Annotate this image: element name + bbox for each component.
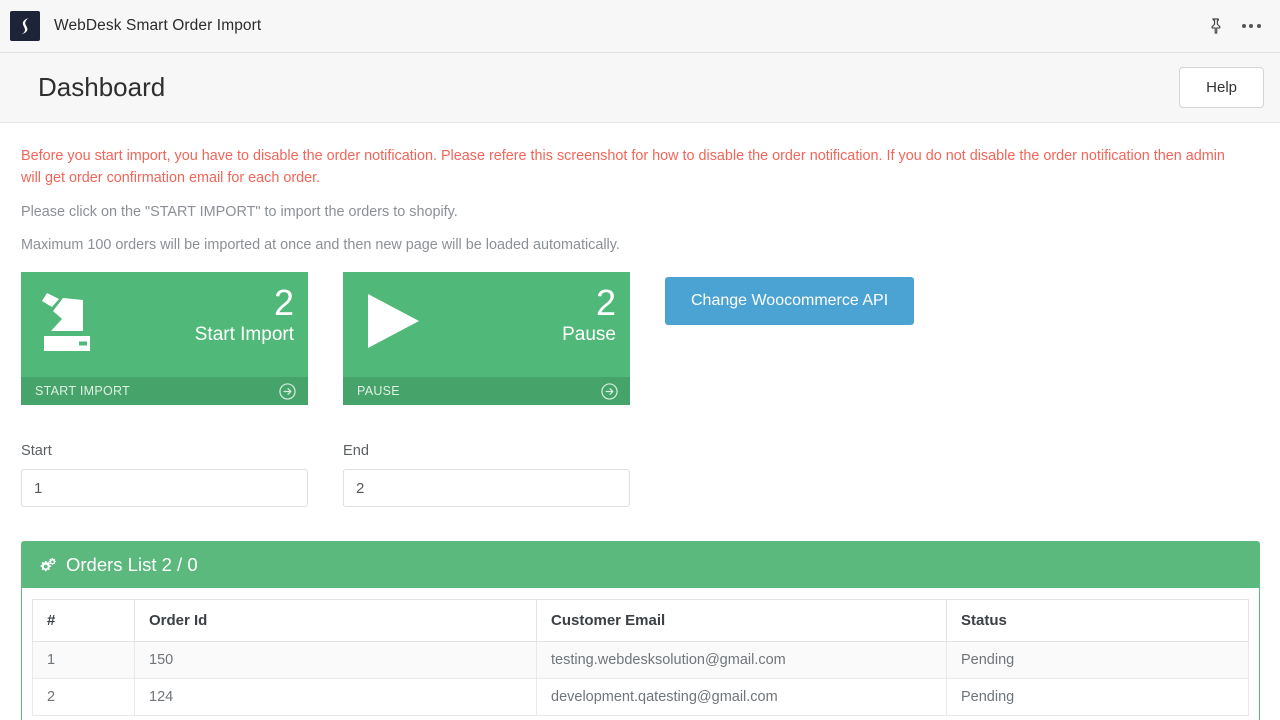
import-download-icon <box>35 282 105 361</box>
orders-list-panel-header: Orders List 2 / 0 <box>22 542 1259 588</box>
cogs-icon <box>38 557 57 574</box>
page-header: Dashboard Help <box>0 53 1280 123</box>
orders-table-body: 1 150 testing.webdesksolution@gmail.com … <box>32 641 1249 716</box>
column-header-status: Status <box>946 599 1249 642</box>
play-icon <box>357 282 427 361</box>
orders-table-header-row: # Order Id Customer Email Status <box>32 599 1249 642</box>
end-field-label: End <box>343 443 369 459</box>
action-tiles-row: 2 Start Import START IMPORT 2 Pause PAUS… <box>21 272 1260 405</box>
table-row[interactable]: 2 124 development.qatesting@gmail.com Pe… <box>32 678 1249 716</box>
page-title: Dashboard <box>38 72 166 102</box>
orders-table-head: # Order Id Customer Email Status <box>32 599 1249 642</box>
pause-tile[interactable]: 2 Pause PAUSE <box>343 272 630 405</box>
start-import-footer-label: START IMPORT <box>35 384 131 398</box>
pause-label: Pause <box>562 324 616 345</box>
start-import-label: Start Import <box>194 324 294 345</box>
start-import-tile-stats: 2 Start Import <box>195 282 294 348</box>
end-field-group: End <box>343 443 630 507</box>
pin-icon[interactable] <box>1200 11 1230 41</box>
webdesk-logo-icon <box>10 11 40 41</box>
start-field-group: Start <box>21 443 308 507</box>
notification-warning-text: Before you start import, you have to dis… <box>21 148 1225 186</box>
application-title-bar: WebDesk Smart Order Import <box>0 0 1280 53</box>
start-import-tile-body: 2 Start Import <box>21 272 308 377</box>
dashboard-content: Before you start import, you have to dis… <box>0 123 1280 720</box>
orders-list-panel: Orders List 2 / 0 # Order Id Customer Em… <box>21 541 1260 720</box>
start-import-instruction-text: Please click on the "START IMPORT" to im… <box>21 204 458 220</box>
start-import-count: 2 <box>273 282 294 323</box>
cell-index: 1 <box>32 641 135 679</box>
circle-arrow-right-icon <box>601 382 618 400</box>
max-orders-note-text: Maximum 100 orders will be imported at o… <box>21 237 620 253</box>
cell-order-id: 150 <box>134 641 537 679</box>
end-input[interactable] <box>343 469 630 507</box>
circle-arrow-right-icon <box>279 382 296 400</box>
start-field-label: Start <box>21 443 52 459</box>
cell-index: 2 <box>32 678 135 716</box>
column-header-index: # <box>32 599 135 642</box>
help-button[interactable]: Help <box>1179 67 1264 108</box>
pause-tile-footer[interactable]: PAUSE <box>343 377 630 405</box>
pause-tile-stats: 2 Pause <box>562 282 616 348</box>
cell-customer-email: development.qatesting@gmail.com <box>536 678 947 716</box>
start-import-tile-footer[interactable]: START IMPORT <box>21 377 308 405</box>
order-range-fields: Start End <box>21 443 1260 507</box>
orders-list-title: Orders List 2 / 0 <box>66 554 198 575</box>
change-woocommerce-api-button[interactable]: Change Woocommerce API <box>665 277 915 325</box>
cell-status: Pending <box>946 678 1249 716</box>
start-import-tile[interactable]: 2 Start Import START IMPORT <box>21 272 308 405</box>
cell-status: Pending <box>946 641 1249 679</box>
table-row[interactable]: 1 150 testing.webdesksolution@gmail.com … <box>32 641 1249 679</box>
pause-count: 2 <box>595 282 616 323</box>
column-header-order-id: Order Id <box>134 599 537 642</box>
pause-footer-label: PAUSE <box>357 384 400 398</box>
cell-customer-email: testing.webdesksolution@gmail.com <box>536 641 947 679</box>
cell-order-id: 124 <box>134 678 537 716</box>
start-input[interactable] <box>21 469 308 507</box>
more-options-icon[interactable] <box>1236 11 1266 41</box>
application-title: WebDesk Smart Order Import <box>54 17 262 34</box>
orders-table: # Order Id Customer Email Status 1 150 t… <box>32 599 1249 716</box>
orders-list-panel-body: # Order Id Customer Email Status 1 150 t… <box>22 588 1259 720</box>
column-header-customer-email: Customer Email <box>536 599 947 642</box>
pause-tile-body: 2 Pause <box>343 272 630 377</box>
